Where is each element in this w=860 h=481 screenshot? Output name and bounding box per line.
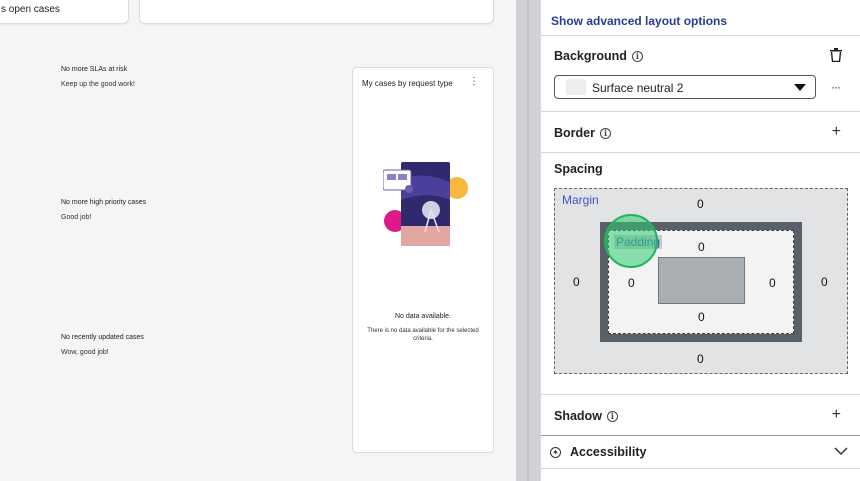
advanced-layout-link[interactable]: Show advanced layout options — [551, 14, 727, 28]
panel-resize-handle[interactable] — [516, 0, 540, 481]
dashboard-canvas: s open cases No more SLAs at risk Keep u… — [0, 0, 516, 481]
divider — [541, 435, 860, 436]
margin-box: Margin 0 0 0 0 Padding 0 0 0 0 — [554, 188, 848, 374]
padding-top-value[interactable]: 0 — [698, 240, 705, 254]
empty-state-title: No more high priority cases — [61, 199, 147, 206]
info-icon[interactable]: i — [631, 51, 643, 62]
recent-empty-state: No recently updated cases Wow, good job! — [61, 334, 144, 356]
background-section-title: Background i — [554, 49, 643, 63]
request-type-card-title: My cases by request type — [362, 79, 453, 88]
accessibility-section-title[interactable]: Accessibility — [570, 445, 646, 459]
divider — [541, 35, 860, 36]
background-title-text: Background — [554, 49, 627, 63]
open-cases-card[interactable]: s open cases — [0, 0, 129, 24]
shadow-title-text: Shadow — [554, 409, 602, 423]
no-data-title: No data available. — [394, 313, 452, 320]
divider — [541, 394, 860, 395]
trash-icon[interactable] — [830, 48, 842, 62]
kebab-icon[interactable]: ⋮ — [469, 77, 479, 87]
shadow-section-title: Shadow i — [554, 409, 618, 423]
info-icon[interactable]: i — [606, 411, 618, 422]
padding-bottom-value[interactable]: 0 — [698, 310, 705, 324]
padding-right-value[interactable]: 0 — [769, 276, 776, 290]
margin-bottom-value[interactable]: 0 — [697, 352, 704, 366]
divider — [541, 468, 860, 469]
padding-left-value[interactable]: 0 — [628, 276, 635, 290]
border-title-text: Border — [554, 126, 595, 140]
open-cases-card-text: s open cases — [1, 4, 60, 15]
color-swatch — [566, 79, 586, 95]
margin-right-value[interactable]: 0 — [821, 275, 828, 289]
accessibility-icon: ✦ — [550, 447, 561, 458]
spacing-section-title: Spacing — [554, 162, 603, 176]
margin-label: Margin — [562, 193, 599, 207]
margin-top-value[interactable]: 0 — [697, 197, 704, 211]
priority-empty-state: No more high priority cases Good job! — [61, 199, 146, 221]
resize-handle-stripe — [527, 0, 529, 481]
background-color-select[interactable]: Surface neutral 2 — [554, 75, 816, 99]
more-options-icon[interactable]: ··· — [831, 80, 841, 94]
divider — [541, 152, 860, 153]
add-shadow-plus-icon[interactable]: + — [832, 407, 841, 423]
border-section-title: Border i — [554, 126, 611, 140]
margin-left-value[interactable]: 0 — [573, 275, 580, 289]
empty-state-subtitle: Keep up the good work! — [61, 81, 135, 88]
padding-label: Padding — [614, 235, 663, 249]
no-data-illustration — [383, 162, 468, 246]
content-box — [658, 257, 745, 304]
empty-state-title: No more SLAs at risk — [61, 66, 128, 73]
sla-empty-state: No more SLAs at risk Keep up the good wo… — [61, 66, 135, 88]
add-border-plus-icon[interactable]: + — [832, 124, 841, 140]
top-widget-card[interactable] — [139, 0, 494, 24]
empty-state-subtitle: Wow, good job! — [61, 349, 109, 356]
divider — [541, 111, 860, 112]
request-type-card[interactable]: My cases by request type ⋮ No data avail… — [352, 67, 494, 453]
background-select-value: Surface neutral 2 — [592, 81, 684, 95]
empty-state-subtitle: Good job! — [61, 214, 92, 221]
chevron-down-icon[interactable] — [834, 446, 848, 456]
empty-state-title: No recently updated cases — [61, 334, 144, 341]
info-icon[interactable]: i — [599, 128, 611, 139]
chevron-down-icon — [794, 84, 806, 91]
no-data-description: There is no data available for the selec… — [367, 328, 479, 342]
properties-panel: Show advanced layout options Background i… — [540, 0, 860, 481]
